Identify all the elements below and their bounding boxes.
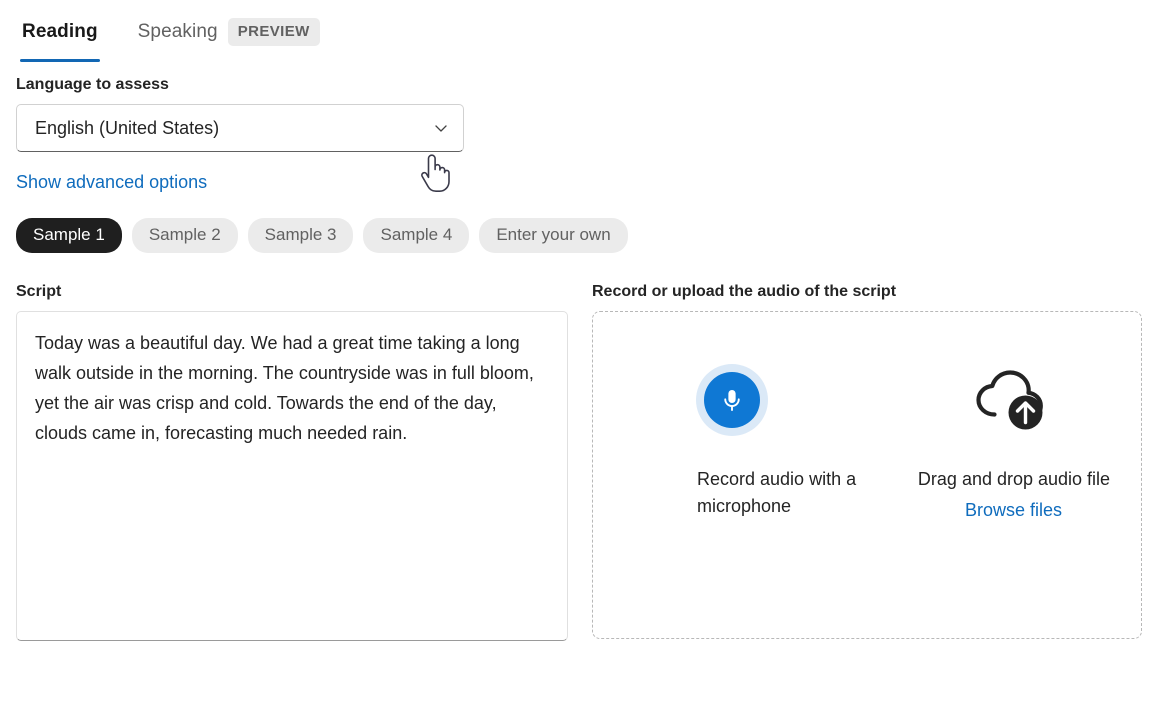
language-dropdown-wrap: English (United States)	[0, 104, 1160, 152]
script-label: Script	[16, 281, 576, 303]
script-column: Script Today was a beautiful day. We had…	[0, 281, 576, 641]
upload-audio-section: Drag and drop audio file Browse files	[886, 312, 1141, 638]
record-audio-section: Record audio with a microphone	[593, 312, 886, 638]
tab-strip: Reading Speaking PREVIEW	[0, 0, 1160, 74]
tab-reading-label: Reading	[22, 18, 98, 46]
browse-files-link[interactable]: Browse files	[965, 495, 1062, 525]
audio-label: Record or upload the audio of the script	[592, 281, 1142, 303]
sample-pill-4[interactable]: Sample 4	[363, 218, 469, 253]
language-dropdown[interactable]: English (United States)	[16, 104, 464, 152]
sample-pill-3[interactable]: Sample 3	[248, 218, 354, 253]
tab-active-underline	[20, 59, 100, 62]
sample-pill-group: Sample 1 Sample 2 Sample 3 Sample 4 Ente…	[0, 194, 1160, 253]
tab-inactive-underline	[136, 59, 322, 62]
record-audio-caption: Record audio with a microphone	[696, 466, 886, 520]
show-advanced-options-link[interactable]: Show advanced options	[16, 170, 207, 194]
sample-pill-2[interactable]: Sample 2	[132, 218, 238, 253]
tab-speaking-label: Speaking	[138, 18, 218, 46]
upload-audio-caption: Drag and drop audio file	[894, 466, 1134, 493]
sample-pill-enter-your-own[interactable]: Enter your own	[479, 218, 627, 253]
script-textarea[interactable]: Today was a beautiful day. We had a grea…	[16, 311, 568, 641]
content-columns: Script Today was a beautiful day. We had…	[0, 253, 1160, 641]
chevron-down-icon	[433, 120, 449, 136]
microphone-icon	[704, 372, 760, 428]
script-text: Today was a beautiful day. We had a grea…	[35, 328, 547, 448]
preview-badge: PREVIEW	[228, 18, 320, 46]
audio-dropzone[interactable]: Record audio with a microphone Drag and …	[592, 311, 1142, 639]
tab-reading[interactable]: Reading	[16, 14, 104, 46]
cloud-upload-icon	[972, 367, 1056, 433]
language-dropdown-value: English (United States)	[35, 116, 219, 140]
audio-column: Record or upload the audio of the script…	[576, 281, 1142, 641]
pointing-hand-cursor	[416, 152, 452, 194]
sample-pill-1[interactable]: Sample 1	[16, 218, 122, 253]
language-field-label: Language to assess	[16, 74, 1160, 96]
record-audio-button[interactable]	[696, 364, 768, 436]
tab-speaking[interactable]: Speaking PREVIEW	[132, 14, 326, 46]
cloud-upload-button[interactable]	[969, 364, 1059, 436]
